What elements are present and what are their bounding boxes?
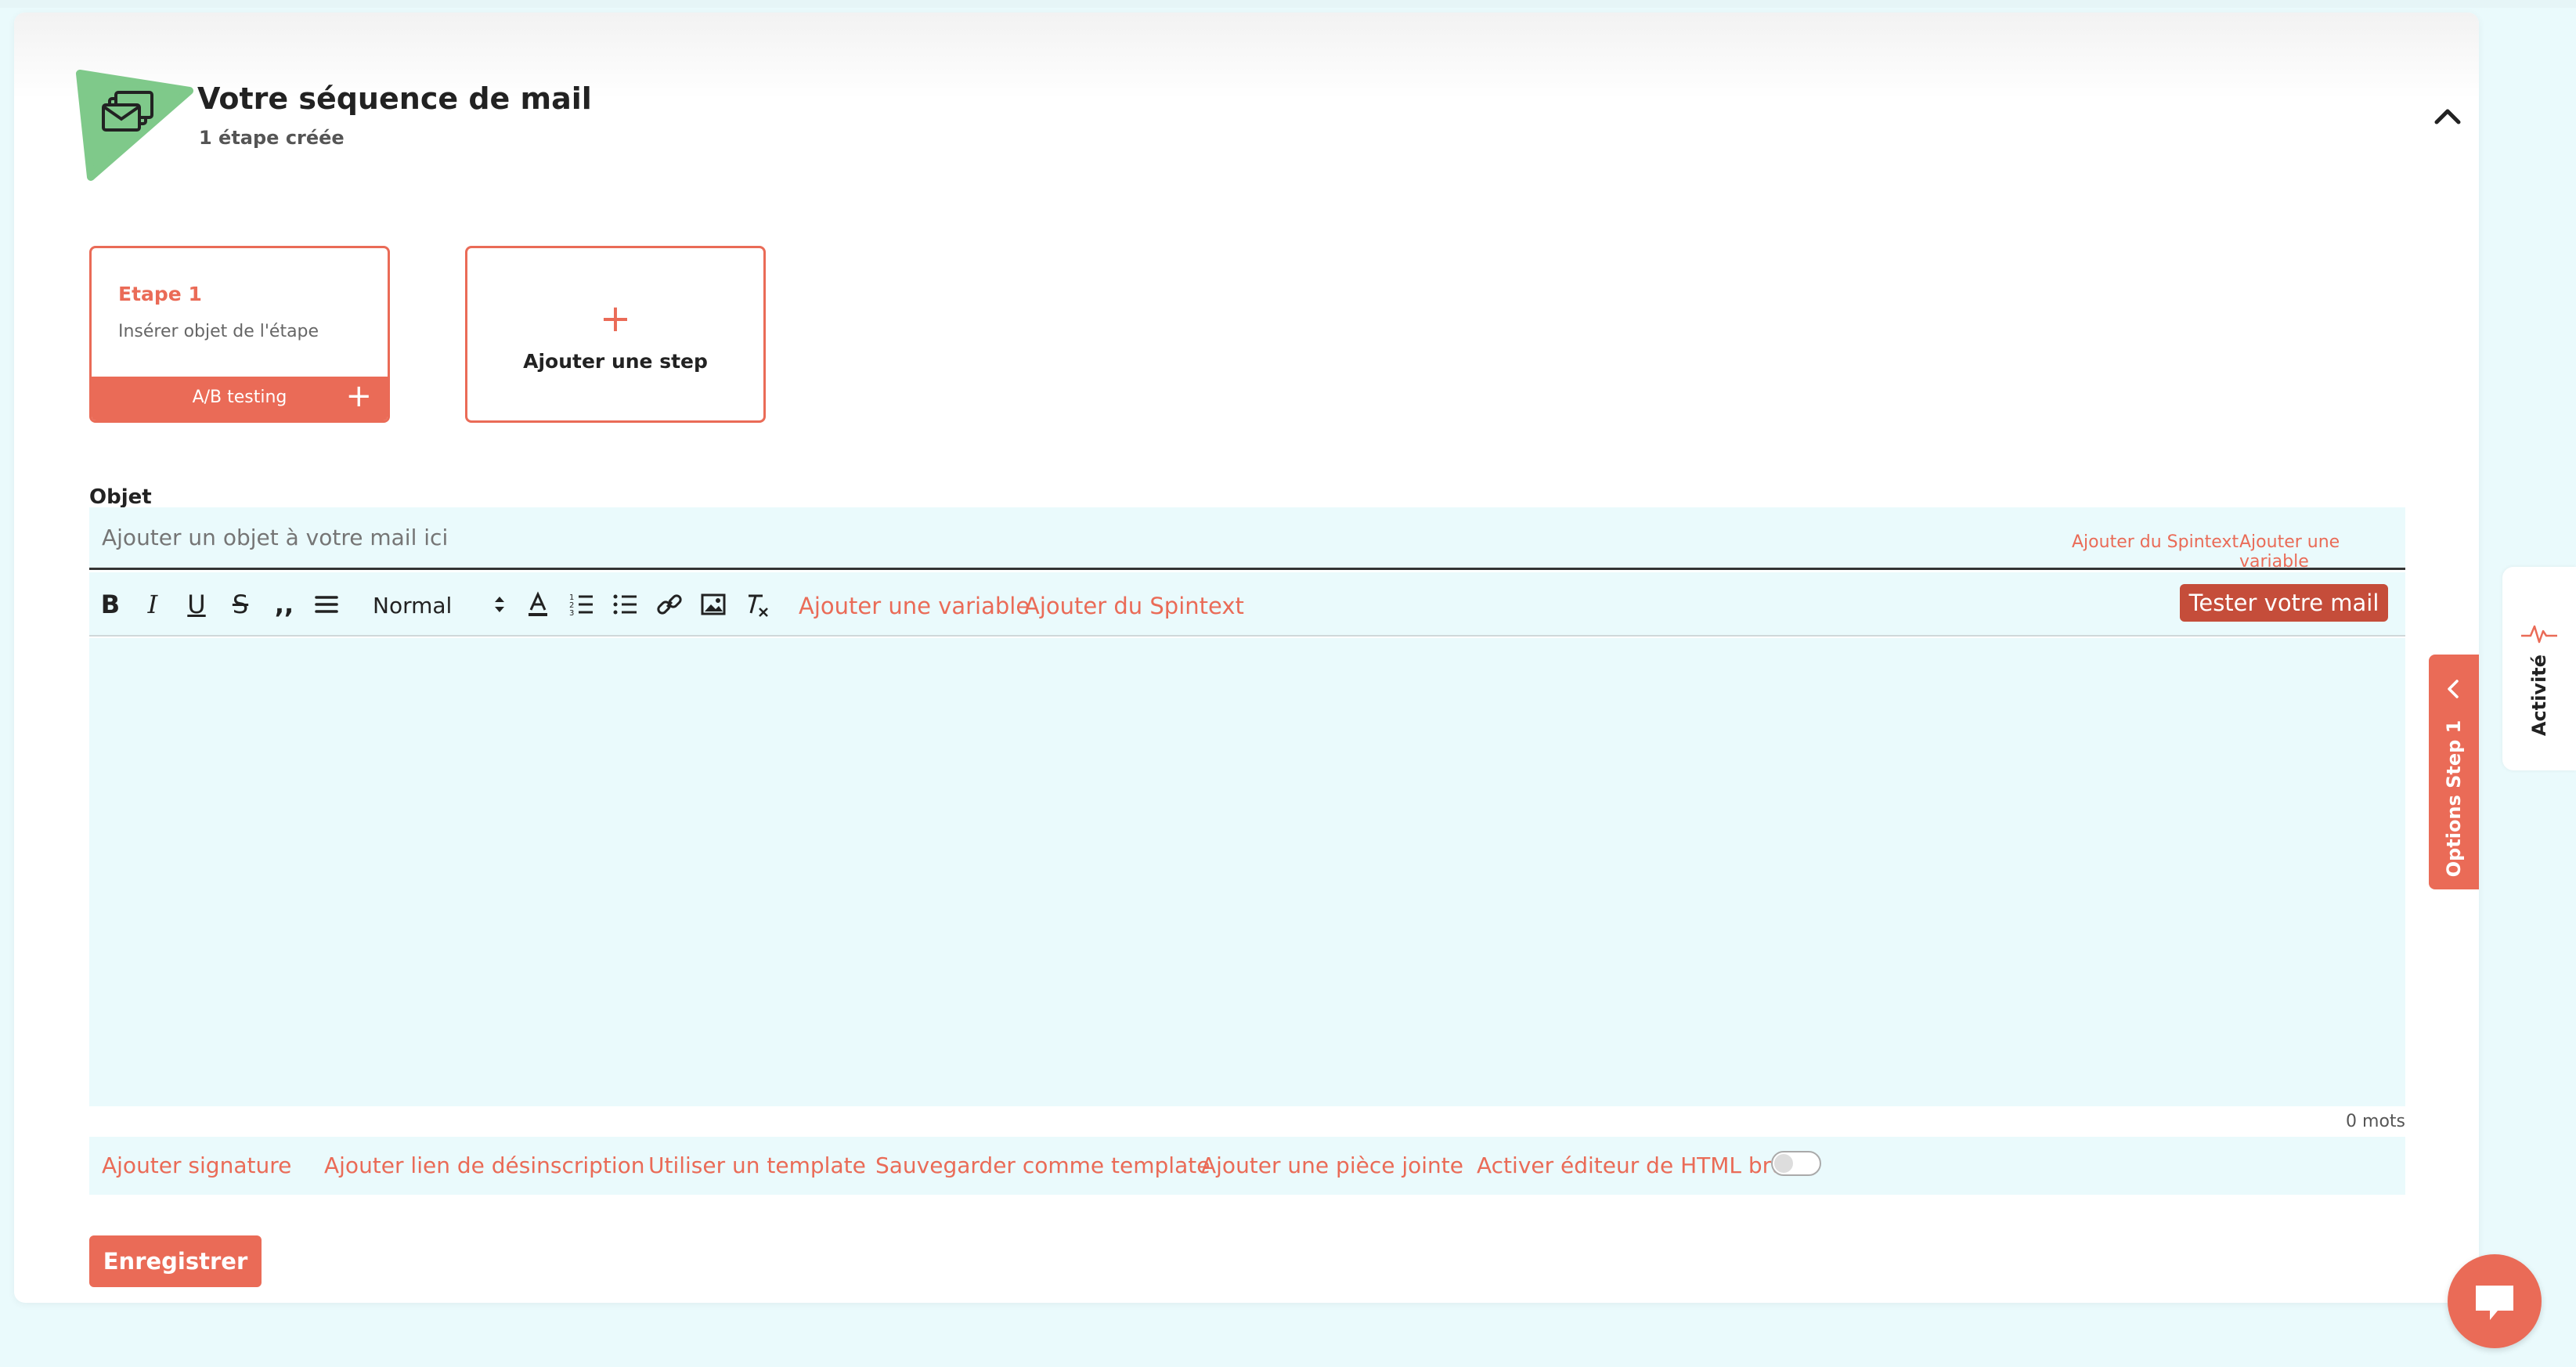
options-step-tab[interactable]: Options Step 1 <box>2429 655 2479 889</box>
svg-text:3: 3 <box>569 609 574 618</box>
add-signature-link[interactable]: Ajouter signature <box>102 1152 291 1178</box>
text-color-icon[interactable] <box>523 590 553 619</box>
object-field: Ajouter du Spintext Ajouter une variable <box>89 507 2405 572</box>
add-step-button[interactable]: + Ajouter une step <box>465 246 766 423</box>
clear-format-icon[interactable] <box>742 590 772 619</box>
html-editor-toggle[interactable] <box>1771 1151 1821 1176</box>
chat-button[interactable] <box>2448 1254 2542 1348</box>
save-button[interactable]: Enregistrer <box>89 1235 262 1287</box>
add-unsubscribe-link[interactable]: Ajouter lien de désinscription <box>324 1152 645 1178</box>
toggle-knob <box>1774 1154 1793 1173</box>
top-strip <box>0 0 2576 8</box>
step-object-placeholder: Insérer objet de l'étape <box>118 322 319 341</box>
use-template-link[interactable]: Utiliser un template <box>648 1152 866 1178</box>
mail-body-editor[interactable] <box>89 638 2405 1106</box>
image-icon[interactable] <box>698 590 728 619</box>
object-add-variable-link[interactable]: Ajouter une variable <box>2239 532 2405 572</box>
align-icon[interactable] <box>312 590 341 619</box>
ab-testing-label: A/B testing <box>192 388 287 407</box>
italic-icon[interactable]: I <box>138 590 168 619</box>
bold-icon[interactable]: B <box>96 590 125 619</box>
step-title: Etape 1 <box>118 283 202 305</box>
page-title: Votre séquence de mail <box>197 81 592 116</box>
chevron-left-icon <box>2448 680 2459 698</box>
add-attachment-link[interactable]: Ajouter une pièce jointe <box>1201 1152 1463 1178</box>
editor-actions-bar: Ajouter signature Ajouter lien de désins… <box>89 1137 2405 1195</box>
steps-count: 1 étape créée <box>199 127 345 149</box>
activity-tab[interactable]: Activité <box>2502 567 2576 770</box>
mail-sequence-logo-icon <box>76 70 193 181</box>
word-count: 0 mots <box>2346 1112 2405 1131</box>
mail-sequence-card: Votre séquence de mail 1 étape créée Eta… <box>14 13 2479 1303</box>
plus-icon: + <box>599 297 632 341</box>
html-editor-label: Activer éditeur de HTML brut <box>1477 1152 1794 1178</box>
step-card-1[interactable]: Etape 1 Insérer objet de l'étape A/B tes… <box>89 246 390 423</box>
ab-testing-bar[interactable]: A/B testing + <box>92 377 388 420</box>
options-step-label: Options Step 1 <box>2443 720 2465 878</box>
ordered-list-icon[interactable]: 1 2 3 <box>567 590 597 619</box>
toolbar-add-spintext-link[interactable]: Ajouter du Spintext <box>1024 593 1244 619</box>
strikethrough-icon[interactable]: S <box>225 590 255 619</box>
toolbar-add-variable-link[interactable]: Ajouter une variable <box>799 593 1030 619</box>
add-step-label: Ajouter une step <box>523 350 708 373</box>
select-arrows-icon[interactable] <box>490 591 509 618</box>
object-label: Objet <box>89 485 152 509</box>
plus-icon[interactable]: + <box>345 378 372 414</box>
format-select[interactable]: Normal <box>373 593 452 619</box>
object-add-spintext-link[interactable]: Ajouter du Spintext <box>2072 532 2239 552</box>
activity-label: Activité <box>2528 654 2550 737</box>
chat-bubble-icon <box>2476 1286 2513 1320</box>
quote-icon[interactable]: ,, <box>269 590 299 619</box>
underline-icon[interactable]: U <box>182 590 211 619</box>
editor-toolbar: B I U S ,, Normal 1 2 3 Ajouter une vari… <box>89 572 2405 637</box>
test-mail-button[interactable]: Tester votre mail <box>2180 584 2388 622</box>
bullet-list-icon[interactable] <box>611 590 640 619</box>
link-icon[interactable] <box>655 590 684 619</box>
save-as-template-link[interactable]: Sauvegarder comme template <box>875 1152 1210 1178</box>
chevron-up-icon[interactable] <box>2430 99 2465 133</box>
object-input[interactable] <box>102 523 1903 551</box>
